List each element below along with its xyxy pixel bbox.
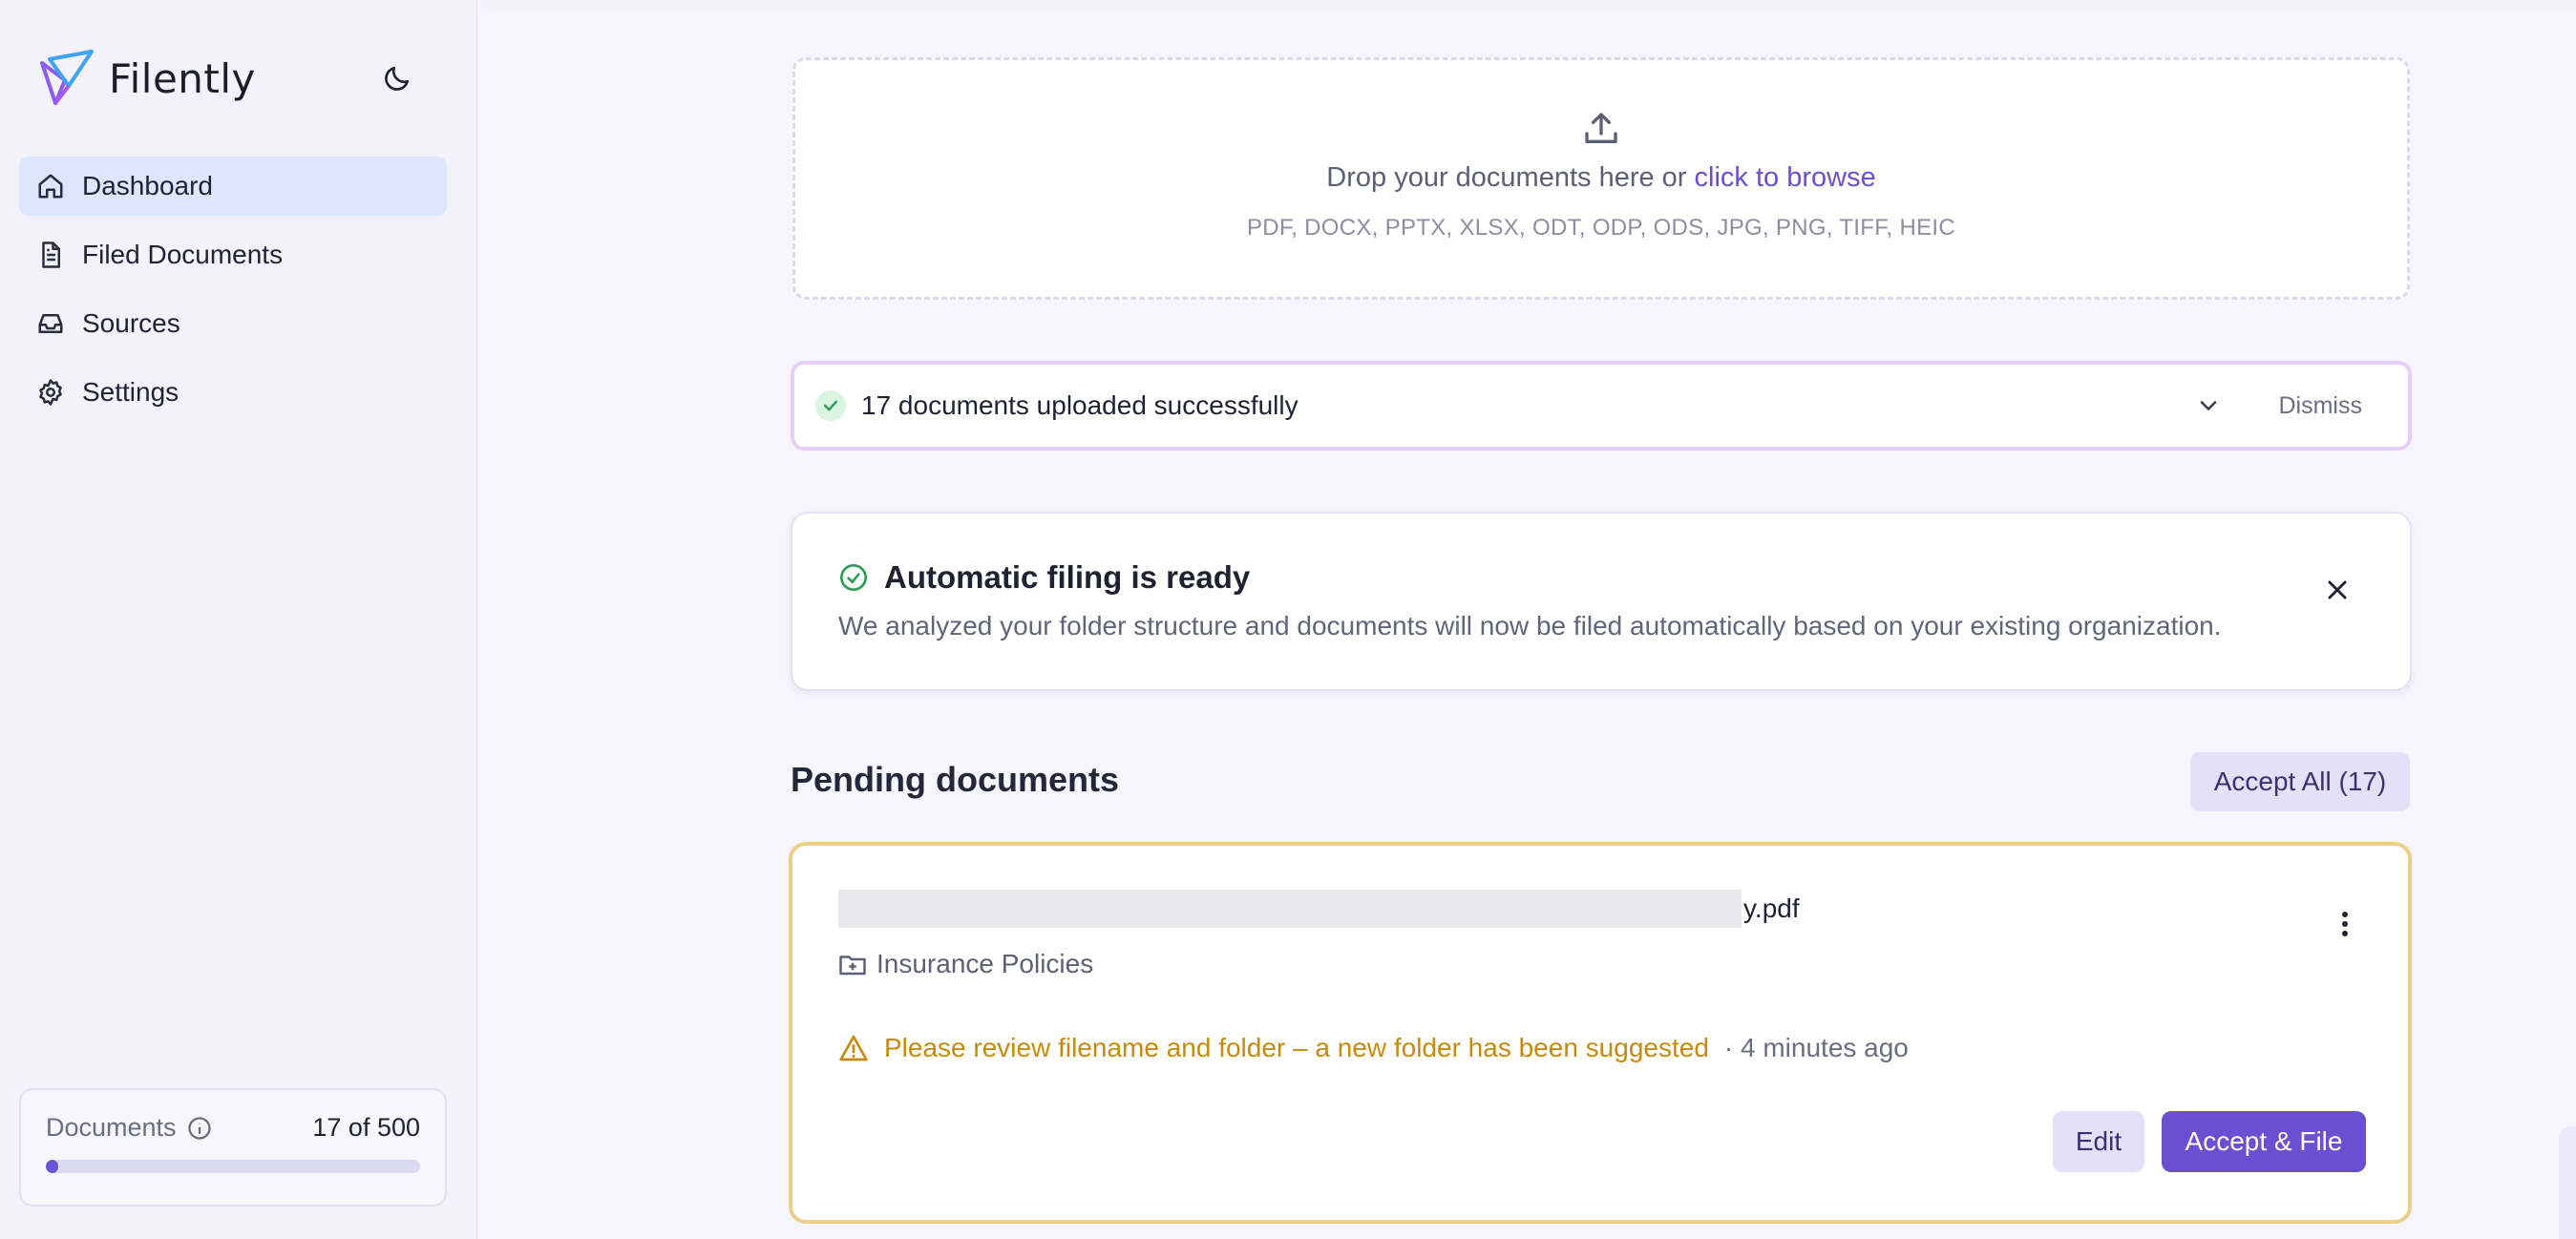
- usage-progress-fill: [46, 1160, 59, 1173]
- upload-success-banner: 17 documents uploaded successfully Dismi…: [791, 361, 2412, 451]
- dropzone-text: Drop your documents here or click to bro…: [795, 162, 2407, 194]
- check-circle-icon: [840, 564, 867, 591]
- expand-chevron-button[interactable]: [2187, 385, 2229, 427]
- more-vertical-icon: [2342, 912, 2348, 936]
- sidebar-item-filed-documents[interactable]: Filed Documents: [19, 225, 447, 284]
- app-name: Filently: [109, 54, 256, 102]
- upload-success-text: 17 documents uploaded successfully: [861, 390, 1299, 420]
- inbox-icon: [34, 307, 67, 340]
- sidebar-item-sources[interactable]: Sources: [19, 294, 447, 353]
- document-filename[interactable]: y.pdf: [838, 890, 1800, 928]
- chevron-down-icon: [2200, 401, 2216, 410]
- upload-timestamp: · 4 minutes ago: [1723, 1033, 1909, 1062]
- warning-icon: [839, 1035, 868, 1061]
- usage-label: Documents: [46, 1113, 213, 1143]
- sidebar-item-label: Sources: [82, 308, 180, 338]
- sidebar-item-label: Dashboard: [82, 171, 213, 200]
- upload-icon: [1582, 110, 1620, 153]
- document-usage-card: Documents 17 of 500: [19, 1088, 447, 1207]
- document-warning: Please review filename and folder – a ne…: [838, 1033, 1909, 1063]
- accept-all-button[interactable]: Accept All (17): [2190, 752, 2410, 811]
- brand[interactable]: Filently: [36, 48, 256, 109]
- dropzone-prompt: Drop your documents here or: [1326, 162, 1695, 193]
- automatic-filing-heading: Automatic filing is ready: [884, 559, 1251, 595]
- gear-icon: [34, 376, 67, 409]
- automatic-filing-card: Automatic filing is ready We analyzed yo…: [791, 512, 2412, 691]
- sidebar-item-settings[interactable]: Settings: [19, 363, 447, 422]
- usage-label-text: Documents: [46, 1113, 177, 1142]
- check-icon: [815, 390, 846, 421]
- close-button[interactable]: [2318, 571, 2356, 609]
- sidebar: Filently Dashboard Filed Documents Sourc…: [0, 0, 477, 1239]
- edit-button[interactable]: Edit: [2053, 1111, 2144, 1172]
- more-options-button[interactable]: [2328, 905, 2362, 943]
- document-folder[interactable]: Insurance Policies: [838, 949, 1093, 979]
- close-icon: [2328, 580, 2347, 599]
- warning-text: Please review filename and folder – a ne…: [884, 1033, 1709, 1062]
- folder-plus-icon: [839, 956, 866, 976]
- sidebar-item-label: Settings: [82, 377, 179, 407]
- sidebar-item-label: Filed Documents: [82, 240, 284, 269]
- scroll-edge: [2559, 1126, 2576, 1239]
- automatic-filing-description: We analyzed your folder structure and do…: [838, 611, 2222, 640]
- upload-dropzone[interactable]: Drop your documents here or click to bro…: [792, 57, 2410, 300]
- browse-link[interactable]: click to browse: [1695, 162, 1876, 193]
- supported-formats: PDF, DOCX, PPTX, XLSX, ODT, ODP, ODS, JP…: [1247, 215, 1955, 241]
- accept-and-file-button[interactable]: Accept & File: [2162, 1111, 2366, 1172]
- pending-document-card: y.pdf Insurance Policies Please review f…: [789, 842, 2412, 1224]
- sidebar-item-dashboard[interactable]: Dashboard: [19, 157, 447, 216]
- redacted-filename: [838, 890, 1742, 928]
- home-icon: [34, 170, 67, 202]
- usage-progress-bar: [46, 1160, 420, 1173]
- info-icon[interactable]: [186, 1115, 213, 1142]
- pending-documents-title: Pending documents: [791, 760, 1120, 799]
- folder-name: Insurance Policies: [876, 949, 1094, 978]
- filently-logo-icon: [40, 50, 94, 105]
- usage-count: 17 of 500: [312, 1113, 420, 1142]
- moon-icon: [385, 67, 409, 91]
- dismiss-button[interactable]: Dismiss: [2279, 392, 2363, 420]
- automatic-filing-title: Automatic filing is ready: [838, 559, 1250, 596]
- document-icon: [34, 239, 67, 271]
- sidebar-nav: Dashboard Filed Documents Sources Settin…: [19, 157, 447, 431]
- theme-toggle-button[interactable]: [376, 57, 418, 99]
- filename-suffix: y.pdf: [1743, 893, 1800, 923]
